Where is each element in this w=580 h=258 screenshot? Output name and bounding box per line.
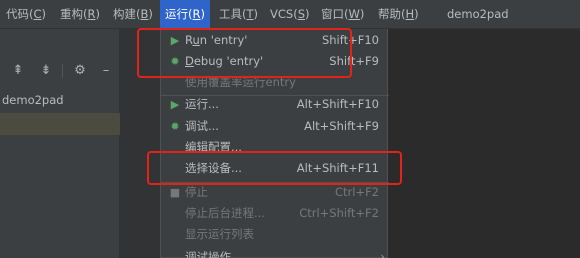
menu-item-label: 使用覆盖率运行entry: [185, 75, 296, 89]
debug-icon: ✹: [170, 120, 180, 133]
menu-item-shortcut: Alt+Shift+F11: [296, 161, 379, 175]
menu-build[interactable]: 构建(B): [113, 0, 153, 29]
project-tree-root[interactable]: demo2pad: [0, 87, 120, 113]
menu-item-label: 显示运行列表: [185, 227, 254, 241]
menu-item-stop-background: 停止后台进程... Ctrl+Shift+F2: [161, 202, 389, 225]
menu-item-label: Debug 'entry': [185, 54, 264, 68]
menu-bar: 代码(C) 重构(R) 构建(B) 运行(R) 工具(T) VCS(S) 窗口(…: [0, 0, 580, 29]
menu-item-run-dialog[interactable]: ▶ 运行... Alt+Shift+F10: [161, 93, 389, 116]
menu-item-show-running-list: 显示运行列表: [161, 223, 389, 246]
menu-window[interactable]: 窗口(W): [321, 0, 364, 29]
toolbar-divider: [62, 64, 63, 78]
window-title: demo2pad: [447, 7, 509, 21]
menu-code[interactable]: 代码(C): [6, 0, 46, 29]
stop-icon: ■: [169, 186, 181, 199]
menu-refactor[interactable]: 重构(R): [60, 0, 100, 29]
menu-item-label: 停止后台进程...: [185, 206, 265, 220]
run-menu-dropdown: ▶ Run 'entry' Shift+F10 ✹ Debug 'entry' …: [160, 29, 389, 258]
menu-item-label: 调试操作: [185, 250, 231, 258]
menu-item-stop: ■ 停止 Ctrl+F2: [161, 181, 389, 204]
menu-item-shortcut: Shift+F10: [321, 33, 379, 47]
selected-tree-row[interactable]: [0, 113, 120, 135]
run-icon: ▶: [170, 98, 180, 111]
menu-item-label: 选择设备...: [185, 161, 242, 175]
minimize-icon[interactable]: –: [98, 63, 114, 79]
menu-item-debug-actions[interactable]: 调试操作 ›: [161, 246, 389, 258]
menu-item-run-with-coverage: 使用覆盖率运行entry: [161, 71, 389, 94]
editor-area[interactable]: [388, 29, 580, 258]
run-icon: ▶: [170, 34, 180, 47]
menu-item-shortcut: Alt+Shift+F10: [296, 97, 379, 111]
menu-item-label: 运行...: [185, 97, 219, 111]
menu-item-shortcut: Shift+F9: [329, 54, 379, 68]
menu-item-label: 编辑配置...: [185, 140, 242, 154]
menu-item-shortcut: Ctrl+Shift+F2: [299, 206, 379, 220]
chevron-right-icon: ›: [380, 250, 385, 258]
menu-help[interactable]: 帮助(H): [378, 0, 419, 29]
menu-item-debug-entry[interactable]: ✹ Debug 'entry' Shift+F9: [161, 50, 389, 73]
menu-item-label: Run 'entry': [185, 33, 248, 47]
menu-item-debug-dialog[interactable]: ✹ 调试... Alt+Shift+F9: [161, 115, 389, 138]
project-toolbar: ⇞ ⇟ ⚙ –: [0, 58, 120, 84]
menu-tools[interactable]: 工具(T): [219, 0, 258, 29]
gear-icon[interactable]: ⚙: [72, 63, 88, 79]
expand-all-icon[interactable]: ⇞: [10, 63, 26, 79]
menu-item-shortcut: Ctrl+F2: [334, 185, 379, 199]
debug-icon: ✹: [170, 55, 180, 68]
menu-vcs[interactable]: VCS(S): [270, 0, 310, 29]
menu-item-label: 停止: [185, 185, 208, 199]
menu-item-run-entry[interactable]: ▶ Run 'entry' Shift+F10: [161, 29, 389, 52]
menu-item-shortcut: Alt+Shift+F9: [304, 119, 379, 133]
menu-item-select-device[interactable]: 选择设备... Alt+Shift+F11: [161, 157, 389, 180]
project-panel: ⇞ ⇟ ⚙ – demo2pad: [0, 29, 120, 258]
menu-run[interactable]: 运行(R): [160, 0, 210, 29]
menu-item-edit-configurations[interactable]: 编辑配置...: [161, 136, 389, 159]
collapse-all-icon[interactable]: ⇟: [38, 63, 54, 79]
menu-item-label: 调试...: [185, 119, 219, 133]
editor-gutter: [120, 29, 160, 258]
